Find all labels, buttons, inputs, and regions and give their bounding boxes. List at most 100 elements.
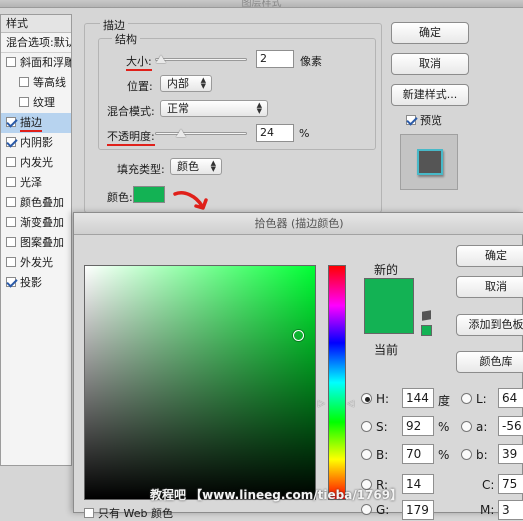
add-to-swatches-button[interactable]: 添加到色板 bbox=[456, 314, 523, 336]
hue-slider-right-arrow-icon[interactable]: ◁ bbox=[347, 399, 354, 409]
b-input[interactable]: 70 bbox=[402, 444, 434, 464]
h-input[interactable]: 144 bbox=[402, 388, 434, 408]
fill-type-select[interactable]: 颜色 ▲ ▼ bbox=[170, 158, 222, 175]
preview-check-icon[interactable] bbox=[406, 115, 416, 125]
a-label: a: bbox=[476, 420, 488, 434]
stroke-color-swatch[interactable] bbox=[133, 186, 165, 203]
sidebar-item-checkbox[interactable] bbox=[6, 257, 16, 267]
s-input[interactable]: 92 bbox=[402, 416, 434, 436]
hue-slider[interactable] bbox=[328, 265, 346, 500]
new-color-label: 新的 bbox=[374, 263, 399, 277]
sidebar-item[interactable]: 纹理 bbox=[1, 93, 71, 113]
sidebar-item-checkbox[interactable] bbox=[6, 177, 16, 187]
sidebar-item[interactable]: 颜色叠加 bbox=[1, 193, 71, 213]
sidebar-item-checkbox[interactable] bbox=[19, 77, 29, 87]
web-colors-only-label: 只有 Web 颜色 bbox=[98, 507, 173, 520]
picker-ok-button[interactable]: 确定 bbox=[456, 245, 523, 267]
hue-slider-left-arrow-icon[interactable]: ▷ bbox=[318, 399, 325, 409]
size-slider-thumb[interactable] bbox=[156, 55, 166, 63]
styles-sidebar: 样式 混合选项:默认 斜面和浮雕 等高线纹理描边内阴影内发光光泽颜色叠加渐变叠加图… bbox=[0, 14, 72, 466]
sidebar-item[interactable]: 图案叠加 bbox=[1, 233, 71, 253]
sidebar-header: 样式 bbox=[1, 15, 71, 33]
sidebar-item-label: 描边 bbox=[20, 116, 42, 132]
opacity-slider-thumb[interactable] bbox=[176, 129, 186, 137]
h-label: H: bbox=[376, 392, 390, 406]
opacity-input[interactable]: 24 bbox=[256, 124, 294, 142]
sidebar-item[interactable]: 等高线 bbox=[1, 73, 71, 93]
sidebar-item[interactable]: 投影 bbox=[1, 273, 71, 293]
cancel-button[interactable]: 取消 bbox=[391, 53, 469, 75]
l-radio[interactable] bbox=[461, 393, 472, 404]
sidebar-item[interactable]: 内阴影 bbox=[1, 133, 71, 153]
sidebar-item-label: 纹理 bbox=[33, 96, 55, 109]
sidebar-item-label: 内发光 bbox=[20, 156, 53, 169]
a-radio[interactable] bbox=[461, 421, 472, 432]
sidebar-item-label: 光泽 bbox=[20, 176, 42, 189]
web-safe-color-swatch[interactable] bbox=[421, 325, 432, 336]
opacity-slider[interactable] bbox=[155, 132, 247, 135]
style-preview-square bbox=[417, 149, 443, 175]
lab-b-radio[interactable] bbox=[461, 449, 472, 460]
sidebar-item-checkbox[interactable] bbox=[6, 277, 16, 287]
g-radio[interactable] bbox=[361, 504, 372, 515]
lab-b-label: b: bbox=[476, 448, 488, 462]
h-radio[interactable] bbox=[361, 393, 372, 404]
color-picker-title: 拾色器 (描边颜色) bbox=[74, 213, 523, 235]
l-input[interactable]: 64 bbox=[498, 388, 523, 408]
sidebar-item[interactable]: 内发光 bbox=[1, 153, 71, 173]
sidebar-item[interactable]: 描边 bbox=[1, 113, 71, 133]
s-radio[interactable] bbox=[361, 421, 372, 432]
fill-type-label: 填充类型: bbox=[117, 163, 165, 176]
m-input[interactable]: 3 bbox=[498, 500, 523, 520]
select-arrows-icon: ▲ ▼ bbox=[200, 76, 206, 90]
sidebar-item-label: 内阴影 bbox=[20, 136, 53, 149]
sidebar-item-label: 颜色叠加 bbox=[20, 196, 64, 209]
preview-label: 预览 bbox=[420, 114, 442, 127]
size-input[interactable]: 2 bbox=[256, 50, 294, 68]
sidebar-item-checkbox[interactable] bbox=[6, 217, 16, 227]
preview-checkbox[interactable]: 预览 bbox=[406, 112, 442, 128]
lab-b-input[interactable]: 39 bbox=[498, 444, 523, 464]
blend-mode-label: 混合模式: bbox=[107, 105, 155, 118]
new-style-button[interactable]: 新建样式... bbox=[391, 84, 469, 106]
select-arrows-icon: ▲ ▼ bbox=[256, 101, 262, 115]
saturation-brightness-field[interactable] bbox=[84, 265, 316, 500]
sidebar-item-checkbox[interactable] bbox=[6, 137, 16, 147]
picker-cancel-button[interactable]: 取消 bbox=[456, 276, 523, 298]
sidebar-item-checkbox[interactable] bbox=[6, 117, 16, 127]
current-color-label: 当前 bbox=[374, 343, 399, 357]
color-field-cursor[interactable] bbox=[293, 330, 304, 341]
g-input[interactable]: 179 bbox=[402, 500, 434, 520]
ok-button[interactable]: 确定 bbox=[391, 22, 469, 44]
size-unit: 像素 bbox=[300, 55, 322, 68]
r-input[interactable]: 14 bbox=[402, 474, 434, 494]
sidebar-item-blend-options[interactable]: 混合选项:默认 bbox=[1, 33, 71, 53]
blend-mode-select-value: 正常 bbox=[167, 102, 189, 115]
sidebar-item-checkbox[interactable] bbox=[19, 97, 29, 107]
a-input[interactable]: -56 bbox=[498, 416, 523, 436]
sidebar-style-list: 斜面和浮雕 等高线纹理描边内阴影内发光光泽颜色叠加渐变叠加 图案叠加 外发光投影 bbox=[1, 53, 71, 293]
sidebar-item-checkbox[interactable] bbox=[6, 157, 16, 167]
sidebar-item[interactable]: 外发光 bbox=[1, 253, 71, 273]
sidebar-item[interactable]: 渐变叠加 bbox=[1, 213, 71, 233]
color-libraries-button[interactable]: 颜色库 bbox=[456, 351, 523, 373]
sidebar-item-checkbox[interactable] bbox=[6, 57, 16, 67]
sidebar-item-checkbox[interactable] bbox=[6, 237, 16, 247]
watermark: 教程吧 【www.lineeg.com/tieba/1769】 bbox=[150, 488, 403, 502]
sidebar-item[interactable]: 光泽 bbox=[1, 173, 71, 193]
sidebar-item-label: 投影 bbox=[20, 276, 42, 289]
structure-group-title: 结构 bbox=[112, 31, 140, 47]
gamut-cube-icon[interactable] bbox=[422, 310, 431, 321]
c-input[interactable]: 75 bbox=[498, 474, 523, 494]
sidebar-item[interactable]: 斜面和浮雕 bbox=[1, 53, 71, 73]
s-label: S: bbox=[376, 420, 388, 434]
position-label: 位置: bbox=[127, 80, 153, 93]
size-slider[interactable] bbox=[155, 58, 247, 61]
web-colors-only-check-icon[interactable] bbox=[84, 508, 94, 518]
position-select[interactable]: 内部 ▲ ▼ bbox=[160, 75, 212, 92]
b-radio[interactable] bbox=[361, 449, 372, 460]
blend-mode-select[interactable]: 正常 ▲ ▼ bbox=[160, 100, 268, 117]
sidebar-item-checkbox[interactable] bbox=[6, 197, 16, 207]
new-color-swatch bbox=[364, 278, 414, 334]
web-colors-only-checkbox[interactable]: 只有 Web 颜色 bbox=[84, 505, 173, 521]
